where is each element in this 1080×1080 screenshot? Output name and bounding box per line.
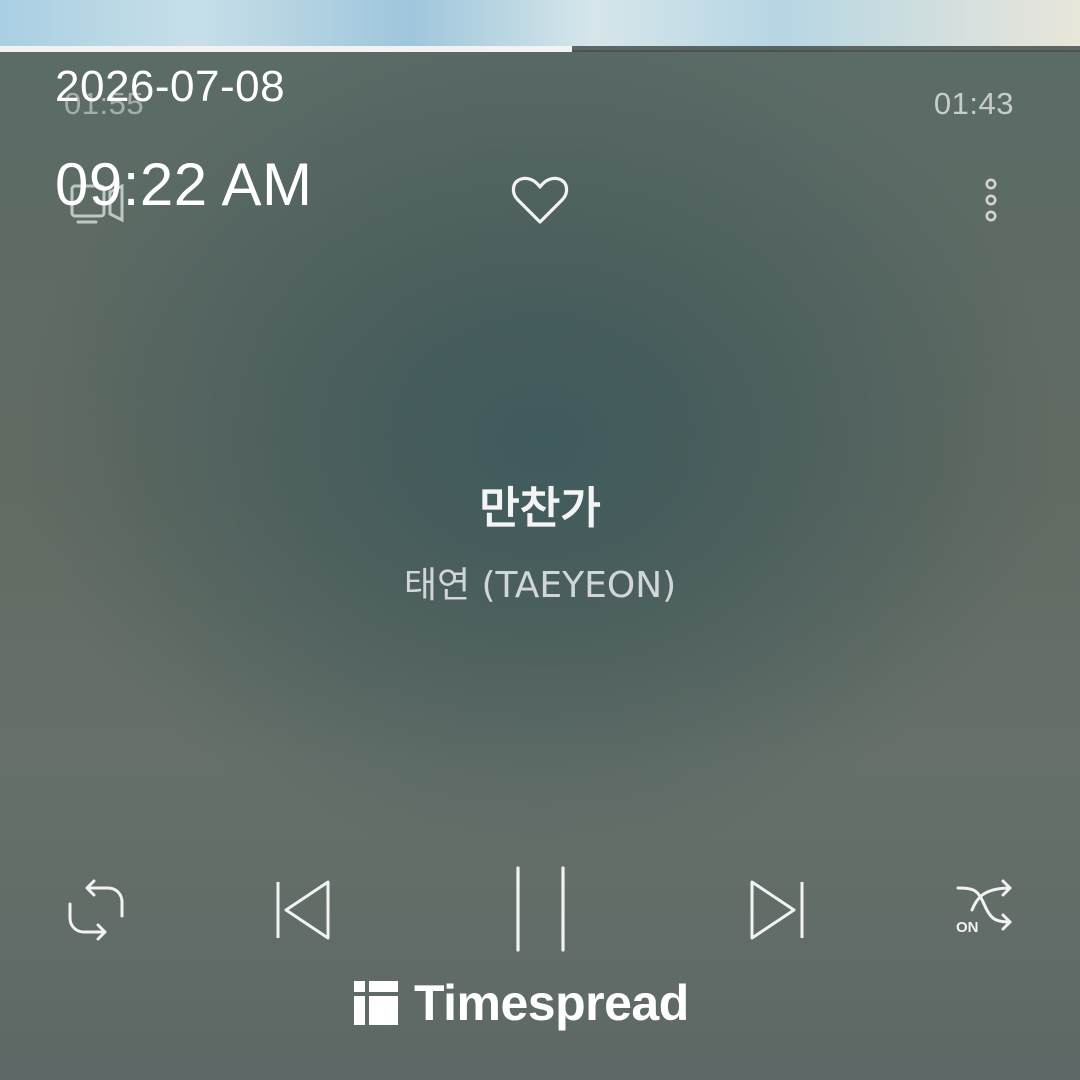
more-vertical-icon[interactable] [978, 174, 1004, 228]
watermark-brand: Timespread [414, 975, 689, 1031]
track-artist[interactable]: 태연 (TAEYEON) [0, 556, 1080, 608]
track-title: 만찬가 [479, 483, 601, 534]
progress-bar[interactable] [0, 46, 1080, 52]
pause-icon[interactable] [510, 864, 572, 954]
timespread-logo-icon [354, 981, 398, 1025]
heart-icon[interactable] [510, 174, 570, 228]
watermark: Timespread [354, 974, 689, 1032]
duration-time: 01:43 [933, 86, 1014, 121]
repeat-icon[interactable] [64, 876, 128, 942]
music-player-screen: 01:55 01:43 2026-07-08 09:22 AM 만찬가 태연 (… [0, 0, 1080, 1080]
album-art-strip [0, 0, 1080, 50]
shuffle-icon[interactable]: ON [952, 878, 1018, 940]
overlay-date: 2026-07-08 [55, 62, 286, 111]
next-icon[interactable] [746, 878, 808, 942]
progress-fill [0, 46, 573, 52]
previous-icon[interactable] [272, 878, 334, 942]
overlay-clock: 09:22 AM [55, 151, 313, 218]
shuffle-state-label: ON [956, 919, 979, 936]
